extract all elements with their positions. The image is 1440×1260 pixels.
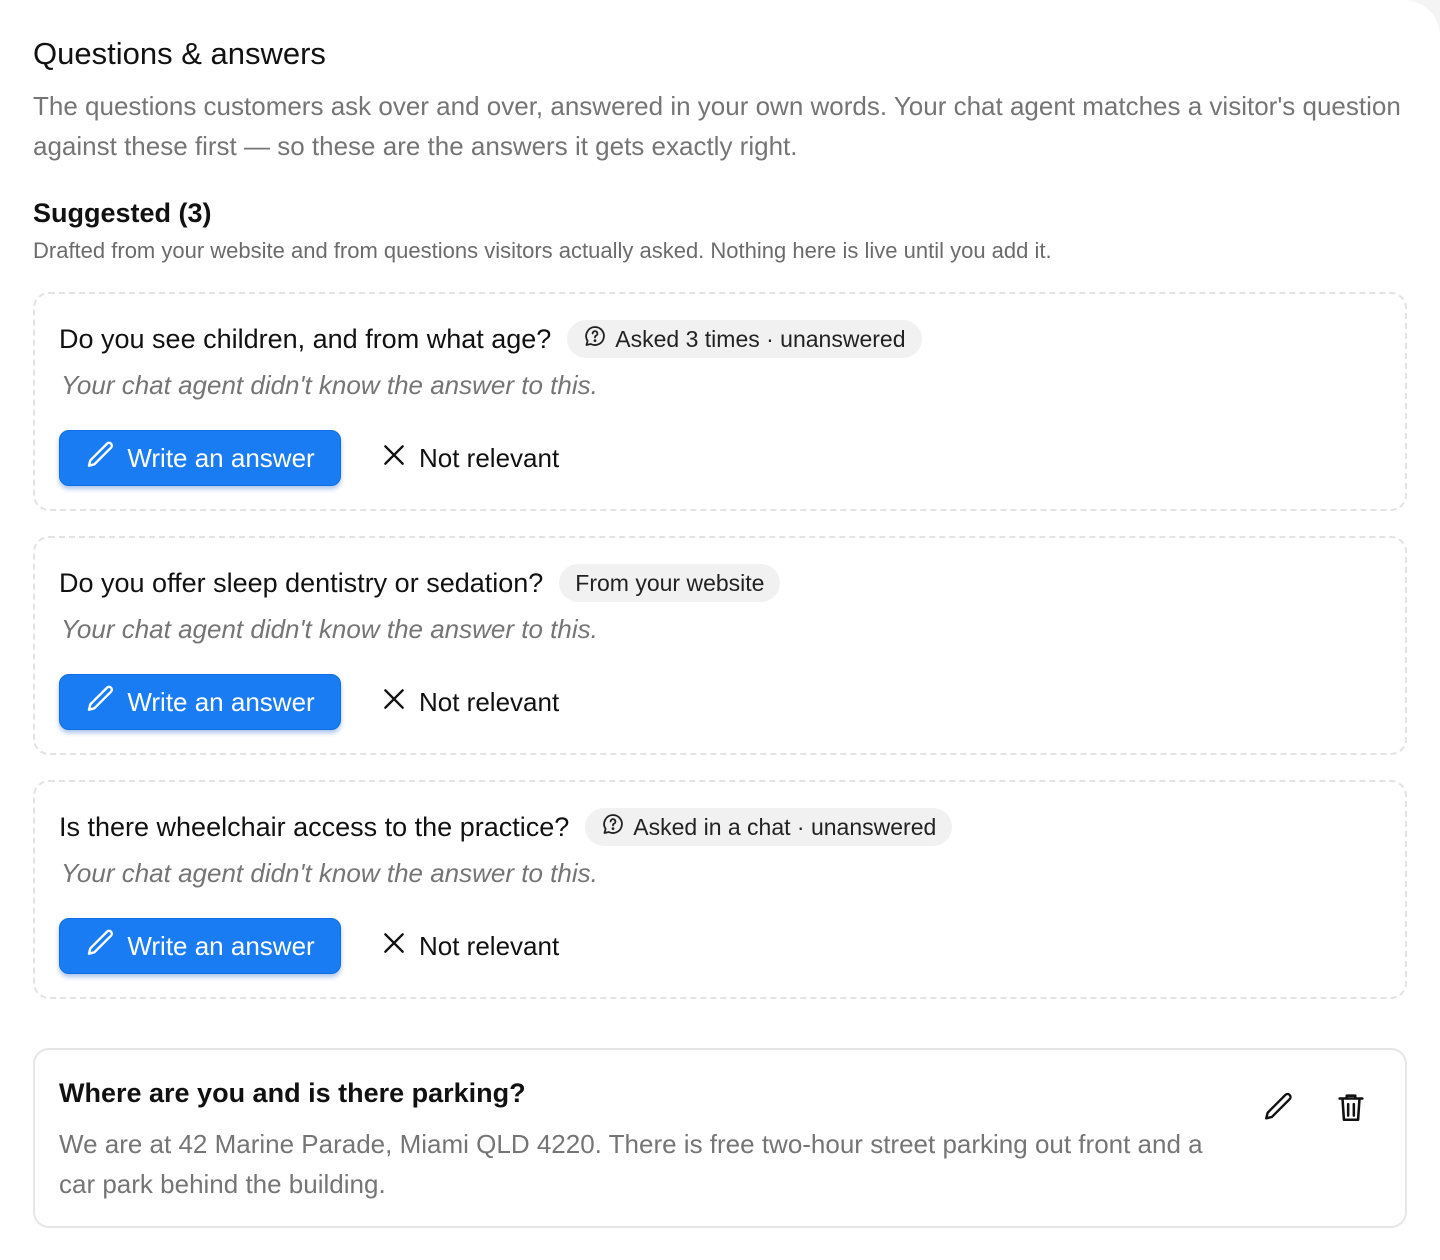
suggested-question: Do you see children, and from what age? <box>59 323 552 354</box>
close-icon <box>381 930 407 963</box>
source-badge-label: Asked in a chat · unanswered <box>633 813 937 840</box>
suggested-question-row: Is there wheelchair access to the practi… <box>59 808 953 846</box>
write-answer-label: Write an answer <box>127 442 315 473</box>
not-relevant-button[interactable]: Not relevant <box>381 674 559 730</box>
source-badge: Asked in a chat · unanswered <box>585 808 953 846</box>
suggested-heading: Suggested (3) <box>33 198 212 228</box>
write-answer-button[interactable]: Write an answer <box>59 918 341 974</box>
qa-panel: Questions & answers The questions custom… <box>0 0 1440 1260</box>
source-badge-label: Asked 3 times · unanswered <box>615 325 906 352</box>
not-relevant-button[interactable]: Not relevant <box>381 918 559 974</box>
pencil-icon <box>85 927 117 966</box>
write-answer-button[interactable]: Write an answer <box>59 674 341 730</box>
source-badge: Asked 3 times · unanswered <box>567 320 922 358</box>
unanswered-note: Your chat agent didn't know the answer t… <box>61 370 598 400</box>
edit-button[interactable] <box>1259 1088 1299 1128</box>
chat-question-icon <box>601 812 625 842</box>
delete-button[interactable] <box>1331 1088 1371 1128</box>
pencil-icon <box>85 439 117 478</box>
suggested-card: Do you offer sleep dentistry or sedation… <box>33 536 1407 755</box>
write-answer-label: Write an answer <box>127 930 315 961</box>
not-relevant-label: Not relevant <box>419 442 560 473</box>
not-relevant-label: Not relevant <box>419 686 560 717</box>
write-answer-button[interactable]: Write an answer <box>59 430 341 486</box>
not-relevant-label: Not relevant <box>419 930 560 961</box>
chat-question-icon <box>583 324 607 354</box>
suggested-question: Is there wheelchair access to the practi… <box>59 811 570 842</box>
suggested-card: Is there wheelchair access to the practi… <box>33 780 1407 999</box>
trash-icon <box>1334 1090 1368 1127</box>
suggested-card: Do you see children, and from what age? … <box>33 292 1407 511</box>
close-icon <box>381 686 407 719</box>
not-relevant-button[interactable]: Not relevant <box>381 430 559 486</box>
write-answer-label: Write an answer <box>127 686 315 717</box>
unanswered-note: Your chat agent didn't know the answer t… <box>61 614 598 644</box>
source-badge: From your website <box>559 564 781 602</box>
page-description: The questions customers ask over and ove… <box>33 91 1401 161</box>
suggested-question: Do you offer sleep dentistry or sedation… <box>59 567 544 598</box>
qa-question: Where are you and is there parking? <box>59 1078 526 1108</box>
source-badge-label: From your website <box>575 569 765 596</box>
page-title: Questions & answers <box>33 36 326 71</box>
pencil-icon <box>1262 1090 1296 1127</box>
close-icon <box>381 442 407 475</box>
qa-item-card: Where are you and is there parking? We a… <box>33 1048 1407 1228</box>
pencil-icon <box>85 683 117 722</box>
suggested-question-row: Do you offer sleep dentistry or sedation… <box>59 564 781 602</box>
suggested-question-row: Do you see children, and from what age? … <box>59 320 922 358</box>
suggested-subtitle: Drafted from your website and from quest… <box>33 238 1052 263</box>
qa-answer: We are at 42 Marine Parade, Miami QLD 42… <box>59 1129 1203 1199</box>
unanswered-note: Your chat agent didn't know the answer t… <box>61 858 598 888</box>
